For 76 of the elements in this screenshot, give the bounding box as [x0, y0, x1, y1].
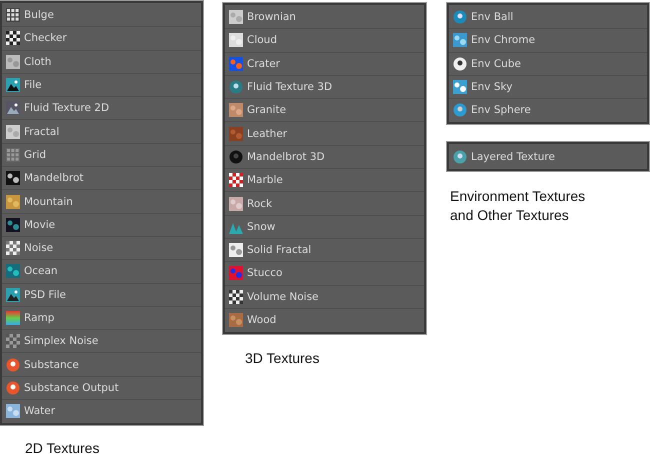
grid-icon [6, 8, 20, 22]
checker-icon [6, 31, 20, 46]
swatch-icon [229, 266, 243, 280]
menu-item[interactable]: Marble [225, 169, 424, 192]
caption: 2D Textures [25, 439, 100, 454]
menu-item[interactable]: Checker [2, 27, 201, 51]
checker-icon [229, 173, 243, 188]
sphere-icon [453, 150, 467, 164]
menu-item[interactable]: Mandelbrot [2, 167, 201, 190]
swatch-icon [6, 264, 20, 278]
menu-item[interactable]: Snow [225, 216, 424, 239]
menu-item[interactable]: Substance [2, 353, 201, 377]
menu-item[interactable]: Cloud [225, 29, 424, 53]
swatch-icon [6, 171, 20, 186]
swatch-icon [453, 33, 467, 48]
image-icon [6, 288, 20, 302]
swatch-icon [6, 194, 20, 209]
swatch-icon [6, 54, 20, 69]
menu-item[interactable]: Substance Output [2, 376, 201, 400]
menu-item[interactable]: Fluid Texture 3D [225, 76, 424, 100]
menu-item[interactable]: Fractal [2, 120, 201, 144]
swatch-icon [229, 313, 243, 327]
swatch-icon [229, 10, 243, 24]
menu-item[interactable]: Ocean [2, 260, 201, 284]
checker-icon [229, 290, 243, 304]
sphere-icon [229, 150, 243, 164]
checker-icon [6, 241, 20, 256]
grid-icon [6, 148, 20, 162]
swatch-icon [229, 103, 243, 118]
menu-item[interactable]: Ramp [2, 306, 201, 330]
menu-item[interactable]: Solid Fractal [225, 238, 424, 262]
menu-item[interactable]: Simplex Noise [2, 330, 201, 354]
caption: Environment Textures and Other Textures [450, 186, 586, 225]
menu-item[interactable]: Mandelbrot 3D [225, 146, 424, 170]
menu-item[interactable]: Env Chrome [449, 29, 647, 53]
swatch-icon [229, 33, 243, 48]
swatch-icon [453, 80, 467, 94]
menu-item[interactable]: Env Cube [449, 52, 647, 76]
menu-item[interactable]: Stucco [225, 262, 424, 286]
menu-item[interactable]: Movie [2, 214, 201, 237]
menu-item[interactable]: Bulge [2, 4, 201, 28]
menu-item[interactable]: Water [2, 400, 201, 422]
caption: 3D Textures [245, 349, 320, 368]
menu-item[interactable]: File [2, 74, 201, 98]
sphere-icon [229, 80, 243, 94]
menu-item[interactable]: Mountain [2, 190, 201, 214]
menu-item[interactable]: Granite [225, 99, 424, 122]
menu-item[interactable]: Env Sky [449, 76, 647, 100]
swatch-icon [229, 126, 243, 141]
sphere-icon [453, 56, 467, 71]
menu-item[interactable]: Rock [225, 192, 424, 216]
checker-icon [6, 334, 20, 348]
swatch-icon [229, 196, 243, 211]
menu-item[interactable]: Env Sphere [449, 99, 647, 122]
menu-item[interactable]: PSD File [2, 284, 201, 307]
menu-item[interactable]: Leather [225, 122, 424, 146]
image-icon [6, 101, 20, 116]
menu-item[interactable]: Brownian [225, 6, 424, 30]
image-icon [6, 78, 20, 92]
menu-item[interactable]: Wood [225, 308, 424, 332]
swatch-icon [6, 218, 20, 232]
swatch-icon [229, 243, 243, 258]
menu-item[interactable]: Env Ball [449, 6, 647, 30]
menu-item[interactable]: Noise [2, 236, 201, 260]
gradient-icon [6, 311, 20, 325]
swatch-icon [229, 56, 243, 71]
sphere-icon [453, 103, 467, 118]
menu-item[interactable]: Layered Texture [449, 145, 647, 168]
menu-item[interactable]: Volume Noise [225, 286, 424, 309]
menu-item[interactable]: Cloth [2, 50, 201, 74]
menu-item[interactable]: Crater [225, 52, 424, 76]
swatch-icon [6, 124, 20, 139]
menu-item[interactable]: Fluid Texture 2D [2, 97, 201, 120]
menu-item[interactable]: Grid [2, 144, 201, 168]
sphere-icon [453, 10, 467, 24]
swatch-icon [6, 404, 20, 418]
